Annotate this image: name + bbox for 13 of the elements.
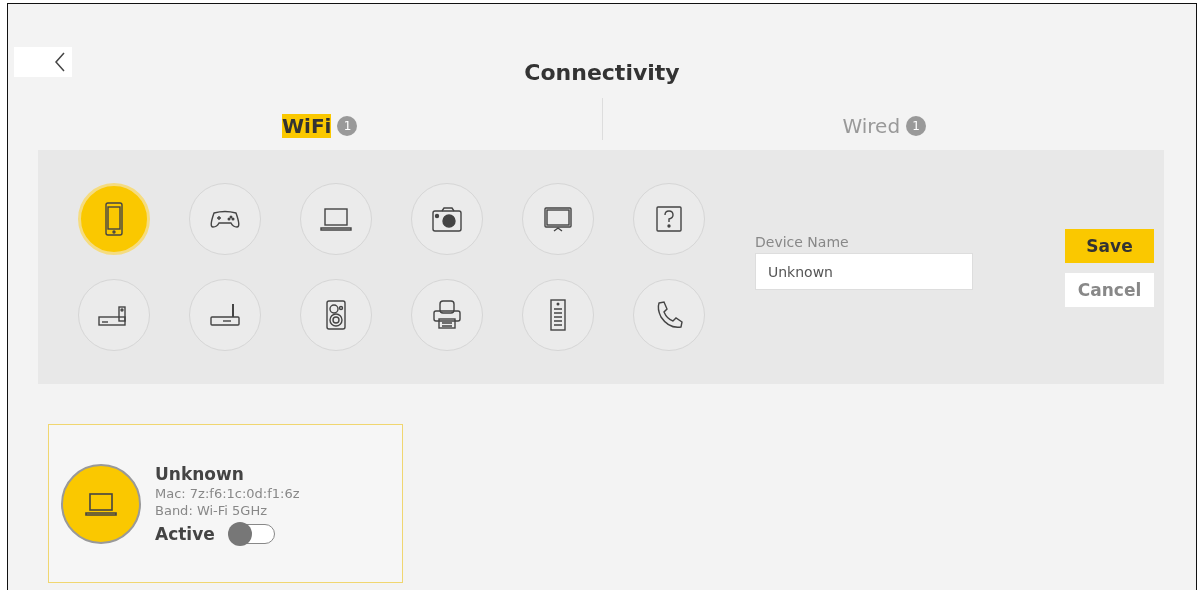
device-name: Unknown bbox=[155, 463, 245, 484]
chevron-left-icon bbox=[54, 52, 66, 72]
active-toggle[interactable] bbox=[228, 523, 275, 544]
active-label: Active bbox=[155, 523, 215, 544]
mac-address-text: Mac: 7z:f6:1c:0d:f1:6z bbox=[155, 485, 300, 501]
save-button[interactable]: Save bbox=[1065, 229, 1154, 263]
field-label: Device Name bbox=[755, 234, 850, 250]
band-text: Band: Wi-Fi 5GHz bbox=[155, 502, 268, 518]
back-button[interactable] bbox=[14, 47, 72, 77]
cancel-button[interactable]: Cancel bbox=[1065, 273, 1154, 307]
device-name-input[interactable]: Unknown bbox=[755, 253, 973, 290]
device-card[interactable]: Unknown Mac: 7z:f6:1c:0d:f1:6z Band: Wi-Fi 5GHz Active bbox=[48, 424, 403, 583]
page-title: Connectivity bbox=[524, 60, 680, 85]
